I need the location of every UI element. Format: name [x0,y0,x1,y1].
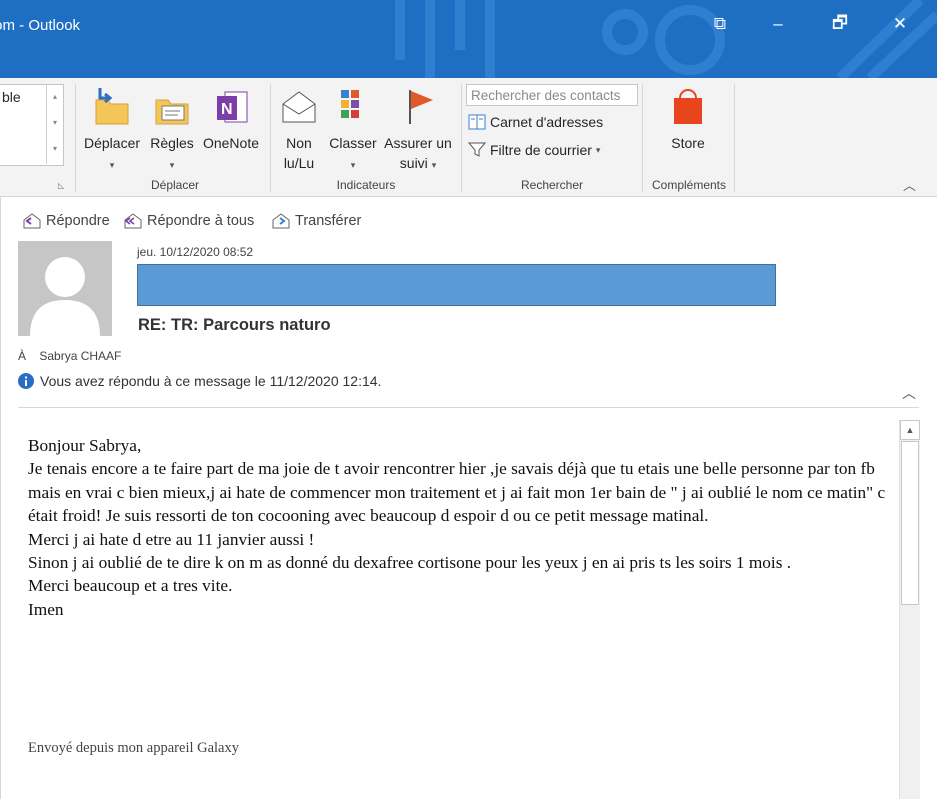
person-icon [30,257,100,336]
message-date: jeu. 10/12/2020 08:52 [137,245,254,259]
collapse-ribbon-icon[interactable]: ︿ [903,175,916,194]
categorize-button[interactable]: Classer ▾ [326,86,380,175]
envelope-icon [282,91,316,123]
message-body: Bonjour Sabrya, Je tenais encore a te fa… [28,434,893,621]
header-divider [18,407,919,408]
dropdown-arrow-icon: ▾ [431,160,437,170]
message-subject: RE: TR: Parcours naturo [138,316,331,334]
forward-label: Transférer [295,213,362,229]
title-bar: mail.com - Outlook ⧉ – 🗗 ✕ [0,0,937,78]
reply-all-icon [124,213,142,229]
scroll-up-icon[interactable]: ▲ [900,420,920,440]
follow-up-label-2: suivi [399,155,428,171]
store-button[interactable]: Store [656,86,720,153]
search-contacts-input[interactable]: Rechercher des contacts [466,84,638,106]
dialog-launcher-icon[interactable]: ◺ [58,181,64,190]
dropdown-arrow-icon: ▾ [109,160,115,170]
quick-steps-text: ble [2,89,21,105]
move-label: Déplacer [83,135,141,151]
forward-button[interactable]: Transférer [271,212,361,230]
reply-all-label: Répondre à tous [147,213,255,229]
body-paragraph: Merci j ai hate d etre au 11 janvier aus… [28,529,315,549]
restore-icon: 🗗 [832,12,848,32]
move-button[interactable]: Déplacer ▾ [80,86,144,175]
recipient-line: À Sabrya CHAAF [18,349,121,363]
flag-icon [409,90,433,124]
follow-up-label-1: Assurer un [384,135,452,151]
gallery-scroll[interactable]: ▴ ▾ ▾ [46,84,63,164]
unread-label-2: lu/Lu [283,155,315,171]
group-label-tags: Indicateurs [336,178,396,192]
group-label-addins: Compléments [651,178,727,192]
filter-email-label: Filtre de courrier [490,142,592,158]
rules-icon [155,99,189,125]
forward-icon [272,213,290,229]
separator [270,84,271,192]
collapse-header-icon[interactable]: ︿ [902,383,916,403]
recipient-name[interactable]: Sabrya CHAAF [39,349,121,363]
address-book-label: Carnet d'adresses [490,114,604,130]
left-border [0,196,1,799]
onenote-icon: N [217,91,248,123]
minimize-button[interactable]: – [758,10,798,38]
filter-icon [468,142,486,157]
dropdown-arrow-icon: ▾ [595,145,601,155]
separator [734,84,735,192]
dropdown-arrow-icon: ▾ [169,160,175,170]
separator [75,84,76,192]
onenote-label: OneNote [202,135,260,151]
address-book-button[interactable]: Carnet d'adresses [468,112,603,132]
filter-email-button[interactable]: Filtre de courrier ▾ [468,140,600,160]
signature: Envoyé depuis mon appareil Galaxy [28,740,239,756]
body-paragraph: Je tenais encore a te faire part de ma j… [28,459,886,526]
dropdown-arrow-icon: ▾ [350,160,356,170]
vertical-scrollbar[interactable]: ▲ [899,420,920,799]
store-label: Store [671,135,705,151]
move-folder-icon [95,88,129,125]
close-button[interactable]: ✕ [880,10,920,38]
separator [642,84,643,192]
body-paragraph: Bonjour Sabrya, [28,436,142,455]
maximize-button[interactable]: 🗗 [820,10,860,38]
minimize-icon: – [773,14,783,33]
ribbon-display-icon: ⧉ [713,14,727,33]
reply-all-button[interactable]: Répondre à tous [123,212,254,230]
follow-up-button[interactable]: Assurer un suivi ▾ [380,86,456,175]
unread-read-button[interactable]: Non lu/Lu [276,86,322,173]
reply-icon [23,213,41,229]
address-book-icon [468,114,486,130]
unread-label-1: Non [286,135,312,151]
info-text: Vous avez répondu à ce message le 11/12/… [40,373,382,389]
store-icon [674,89,702,124]
group-label-find: Rechercher [520,178,584,192]
rules-label: Règles [150,135,194,151]
separator [461,84,462,192]
body-paragraph: Merci beaucoup et a tres vite. [28,576,233,596]
body-paragraph: Sinon j ai oublié de te dire k on m as d… [28,553,792,573]
info-bar[interactable]: Vous avez répondu à ce message le 11/12/… [18,373,381,389]
sender-avatar [18,241,112,336]
scroll-thumb[interactable] [901,441,919,605]
reply-button[interactable]: Répondre [22,212,110,230]
ribbon: ble ▴ ▾ ▾ ◺ Déplacer ▾ Règles ▾ N OneNote … [0,78,937,197]
restore-ribbon-button[interactable]: ⧉ [700,10,740,38]
svg-text:N: N [221,101,233,118]
to-label: À [18,349,27,363]
info-icon [18,373,34,389]
group-label-move: Déplacer [150,178,200,192]
rules-button[interactable]: Règles ▾ [146,86,198,175]
reply-label: Répondre [46,213,110,229]
window-title: mail.com - Outlook [0,17,81,34]
body-paragraph: Imen [28,599,64,619]
redacted-sender-block [137,264,776,306]
close-icon: ✕ [892,14,908,33]
categorize-label: Classer [329,135,377,151]
categorize-icon [341,90,359,118]
onenote-button[interactable]: N OneNote [198,86,264,153]
